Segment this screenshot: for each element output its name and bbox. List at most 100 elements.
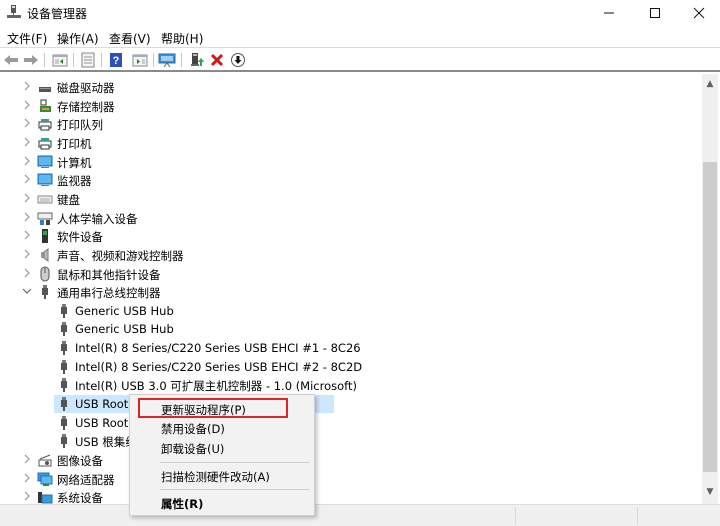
- chevron-right-icon[interactable]: [22, 249, 32, 261]
- tree-item-label: USB Root: [75, 415, 129, 430]
- tree-device-item[interactable]: USB 根集线: [0, 432, 700, 450]
- maximize-button[interactable]: [632, 0, 678, 26]
- tree-device-item[interactable]: Intel(R) 8 Series/C220 Series USB EHCI #…: [0, 339, 700, 357]
- chevron-up-icon: ▲: [706, 79, 714, 89]
- vertical-scrollbar[interactable]: ▲ ▼: [702, 74, 718, 504]
- tree-category-item[interactable]: 系统设备: [0, 488, 700, 504]
- forward-button[interactable]: [22, 51, 40, 69]
- mouse-icon: [37, 266, 53, 282]
- context-menu-scan-hardware[interactable]: 扫描检测硬件改动(A): [132, 465, 314, 487]
- minimize-button[interactable]: [586, 0, 632, 26]
- tree-category-item[interactable]: 监视器: [0, 171, 700, 189]
- tree-category-item[interactable]: 图像设备: [0, 451, 700, 469]
- tree-category-item[interactable]: 打印机: [0, 134, 700, 152]
- tree-category-item[interactable]: 通用串行总线控制器: [0, 283, 700, 301]
- uninstall-device-button[interactable]: [208, 51, 226, 69]
- tree-device-item[interactable]: Intel(R) USB 3.0 可扩展主机控制器 - 1.0 (Microso…: [0, 376, 700, 394]
- menu-action[interactable]: 操作(A): [57, 30, 99, 47]
- tree-device-item[interactable]: Intel(R) 8 Series/C220 Series USB EHCI #…: [0, 358, 700, 376]
- show-hide-console-tree-icon: [52, 54, 68, 67]
- disable-device-button[interactable]: [229, 51, 247, 69]
- context-menu-uninstall-device[interactable]: 卸载设备(U): [132, 437, 314, 459]
- tree-category-item[interactable]: 磁盘驱动器: [0, 78, 700, 96]
- keyboard-icon: [37, 191, 53, 207]
- tree-item-label: 磁盘驱动器: [57, 81, 115, 95]
- chevron-right-icon[interactable]: [22, 491, 32, 503]
- tree-item-label: USB 根集线: [75, 435, 137, 450]
- tree-device-item[interactable]: USB Root: [0, 395, 700, 414]
- tree-category-item[interactable]: 键盘: [0, 190, 700, 208]
- context-menu-disable-device[interactable]: 禁用设备(D): [132, 417, 314, 439]
- chevron-right-icon[interactable]: [22, 81, 32, 93]
- menu-view[interactable]: 查看(V): [109, 30, 151, 47]
- tree-item-label: Intel(R) 8 Series/C220 Series USB EHCI #…: [75, 359, 363, 374]
- toolbar-separator: [153, 53, 154, 67]
- show-action-pane-button[interactable]: [131, 51, 149, 69]
- tree-device-item[interactable]: Generic USB Hub: [0, 302, 700, 320]
- chevron-right-icon[interactable]: [22, 230, 32, 242]
- network-adapter-icon: [37, 471, 53, 487]
- forward-arrow-icon: [24, 55, 38, 65]
- context-menu: 更新驱动程序(P) 禁用设备(D) 卸载设备(U) 扫描检测硬件改动(A) 属性…: [129, 394, 315, 516]
- scroll-up-button[interactable]: ▲: [702, 76, 718, 92]
- disk-drive-icon: [37, 79, 53, 95]
- disable-device-icon: [231, 53, 245, 67]
- tree-category-item[interactable]: 软件设备: [0, 227, 700, 245]
- scrollbar-thumb[interactable]: [703, 162, 717, 472]
- show-action-pane-icon: [132, 54, 148, 67]
- tree-item-label: USB Root: [75, 397, 129, 412]
- tree-category-item[interactable]: 打印队列: [0, 115, 700, 133]
- uninstall-device-icon: [210, 53, 224, 67]
- chevron-right-icon[interactable]: [22, 193, 32, 205]
- tree-category-item[interactable]: 人体学输入设备: [0, 209, 700, 227]
- chevron-right-icon[interactable]: [22, 174, 32, 186]
- status-divider: [515, 507, 516, 525]
- usb-icon: [56, 303, 72, 319]
- tree-item-label: 系统设备: [57, 491, 103, 504]
- toolbar-separator: [73, 53, 74, 67]
- chevron-right-icon[interactable]: [22, 118, 32, 130]
- chevron-right-icon[interactable]: [22, 156, 32, 168]
- close-button[interactable]: [676, 0, 720, 26]
- properties-button[interactable]: [79, 51, 97, 69]
- chevron-right-icon[interactable]: [22, 268, 32, 280]
- tree-category-item[interactable]: 存储控制器: [0, 97, 700, 115]
- usb-icon: [56, 340, 72, 356]
- tree-device-item[interactable]: USB Root: [0, 414, 700, 432]
- chevron-right-icon[interactable]: [22, 100, 32, 112]
- hid-icon: [37, 210, 53, 226]
- help-button[interactable]: ?: [107, 51, 125, 69]
- tree-category-item[interactable]: 声音、视频和游戏控制器: [0, 246, 700, 264]
- usb-icon: [37, 284, 53, 300]
- context-menu-properties[interactable]: 属性(R): [132, 492, 314, 514]
- status-bar: [0, 504, 720, 526]
- printer-icon: [37, 135, 53, 151]
- chevron-right-icon[interactable]: [22, 473, 32, 485]
- show-hide-console-tree-button[interactable]: [51, 51, 69, 69]
- tree-item-label: Generic USB Hub: [75, 322, 174, 337]
- software-device-icon: [37, 228, 53, 244]
- usb-icon: [56, 433, 72, 449]
- tree-category-item[interactable]: 计算机: [0, 153, 700, 171]
- scan-hardware-button[interactable]: [158, 51, 176, 69]
- help-icon: ?: [110, 53, 122, 67]
- usb-icon: [56, 415, 72, 431]
- toolbar-separator: [181, 53, 182, 67]
- monitor-icon: [37, 172, 53, 188]
- maximize-icon: [650, 8, 660, 18]
- tree-device-item[interactable]: Generic USB Hub: [0, 320, 700, 338]
- tree-category-item[interactable]: 网络适配器: [0, 470, 700, 488]
- chevron-right-icon[interactable]: [22, 137, 32, 149]
- menu-help[interactable]: 帮助(H): [161, 30, 203, 47]
- menu-file[interactable]: 文件(F): [7, 30, 47, 47]
- back-button[interactable]: [2, 51, 20, 69]
- scroll-down-button[interactable]: ▼: [702, 484, 718, 500]
- chevron-right-icon[interactable]: [22, 454, 32, 466]
- chevron-right-icon[interactable]: [22, 212, 32, 224]
- usb-icon: [56, 359, 72, 375]
- tree-category-item[interactable]: 鼠标和其他指针设备: [0, 265, 700, 283]
- chevron-down-icon[interactable]: [22, 286, 32, 298]
- update-driver-button[interactable]: [188, 51, 206, 69]
- tree-item-label: 人体学输入设备: [57, 211, 138, 226]
- properties-icon: [81, 52, 95, 68]
